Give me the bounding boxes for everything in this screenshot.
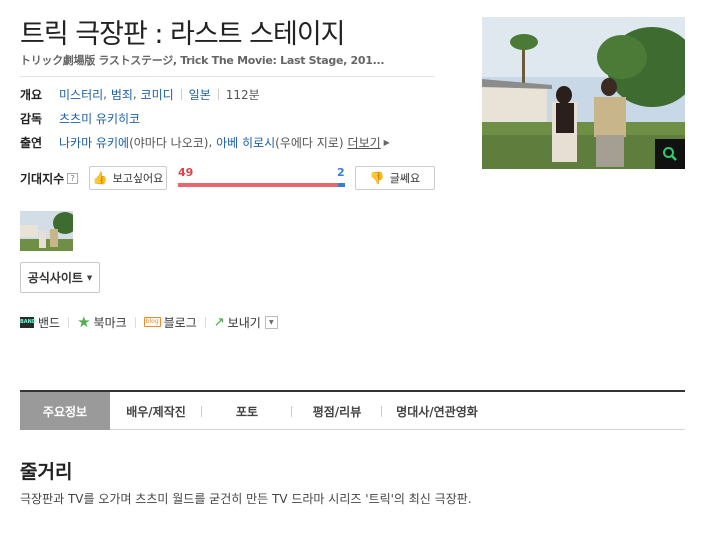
tab-label: 명대사/연관영화 [396, 404, 478, 419]
tab-label: 배우/제작진 [126, 404, 186, 419]
separator [68, 316, 70, 328]
send-dropdown-icon[interactable]: ▼ [264, 315, 278, 329]
more-cast-link[interactable]: 더보기 [348, 134, 381, 151]
cast-role-1: (야마다 나오코) [129, 135, 209, 150]
tab-photo[interactable]: 포토 [202, 392, 292, 430]
tab-label: 포토 [235, 404, 259, 419]
cast-role-2: (우에다 지로) [275, 135, 344, 150]
thumbs-up-icon: 👍 [92, 171, 108, 185]
chevron-right-icon: ▶ [383, 137, 390, 147]
share-bar: BAND 밴드 ★ 북마크 blog 블로그 ↗ 보내기 ▼ [20, 313, 278, 331]
overview-label: 개요 [20, 87, 43, 102]
runtime: 112분 [225, 87, 260, 102]
genre-link-mystery[interactable]: 미스터리 [59, 86, 103, 103]
send-label: 보내기 [227, 315, 261, 330]
separator [180, 88, 182, 100]
movie-alt-titles: トリック劇場版 ラストステージ, Trick The Movie: Last S… [20, 54, 385, 67]
caret-down-icon: ▼ [86, 273, 93, 282]
official-site-dropdown[interactable]: 공식사이트 ▼ [20, 262, 100, 293]
overview-row: 개요 미스터리, 범죄, 코미디 일본 112분 [20, 86, 260, 103]
bookmark-label: 북마크 [93, 315, 127, 330]
star-icon: ★ [77, 312, 91, 331]
separator [217, 88, 219, 100]
separator [134, 316, 136, 328]
band-label: 밴드 [38, 315, 61, 330]
want-to-see-label: 보고싶어요 [112, 172, 164, 185]
bookmark-button[interactable]: ★ 북마크 [77, 314, 127, 331]
genre-link-crime[interactable]: 범죄 [111, 86, 133, 103]
director-link[interactable]: 츠츠미 유키히코 [59, 110, 140, 127]
expectation-label: 기대지수 [20, 171, 65, 186]
tab-label: 평점/리뷰 [312, 404, 362, 419]
movie-title: 트릭 극장판 : 라스트 스테이지 [20, 19, 346, 50]
separator [204, 316, 206, 328]
tab-cast-crew[interactable]: 배우/제작진 [110, 392, 202, 430]
expectation-gauge [178, 183, 345, 187]
band-icon: BAND [20, 316, 36, 328]
poster-image[interactable] [482, 17, 685, 169]
genre-link-comedy[interactable]: 코미디 [141, 86, 174, 103]
expectation-gauge-fill [178, 183, 339, 187]
meh-label: 글쎄요 [389, 172, 421, 185]
director-row: 감독 츠츠미 유키히코 [20, 110, 140, 126]
content-tabs: 주요정보 배우/제작진 포토 평점/리뷰 명대사/연관영화 [20, 390, 685, 430]
blog-share-button[interactable]: blog 블로그 [143, 314, 197, 331]
official-site-label: 공식사이트 [27, 271, 83, 285]
tab-label: 주요정보 [42, 404, 88, 419]
tab-ratings-reviews[interactable]: 평점/리뷰 [292, 392, 382, 430]
tab-quotes-related[interactable]: 명대사/연관영화 [382, 392, 492, 430]
zoom-button[interactable] [655, 139, 685, 169]
meh-button[interactable]: 👎 글쎄요 [355, 166, 435, 190]
still-photo [20, 211, 73, 251]
synopsis-heading: 줄거리 [20, 461, 73, 483]
synopsis-text: 극장판과 TV를 오가며 츠츠미 월드를 굳건히 만든 TV 드라마 시리즈 '… [20, 492, 472, 506]
want-count: 49 [178, 166, 194, 179]
blog-icon: blog [143, 317, 161, 327]
send-button[interactable]: ↗ 보내기 ▼ [214, 314, 278, 331]
divider [20, 76, 435, 77]
country-link[interactable]: 일본 [189, 86, 211, 103]
thumbs-down-icon: 👎 [369, 171, 385, 185]
tab-main-info[interactable]: 주요정보 [20, 392, 110, 430]
share-arrow-icon: ↗ [213, 314, 225, 330]
blog-label: 블로그 [163, 315, 197, 330]
still-thumbnail[interactable] [20, 211, 73, 251]
director-label: 감독 [20, 111, 43, 126]
meh-count: 2 [337, 166, 345, 179]
magnifier-icon [663, 147, 677, 161]
cast-row: 출연 나카마 유키에 (야마다 나오코), 아베 히로시 (우에다 지로) 더보기 ▶ [20, 134, 390, 151]
band-share-button[interactable]: BAND 밴드 [20, 314, 60, 331]
help-icon[interactable]: ? [67, 172, 79, 184]
cast-link-1[interactable]: 나카마 유키에 [59, 134, 129, 151]
want-to-see-button[interactable]: 👍 보고싶어요 [89, 166, 167, 190]
expectation-row: 기대지수 ? [20, 166, 79, 190]
cast-label: 출연 [20, 135, 43, 150]
cast-link-2[interactable]: 아베 히로시 [216, 134, 275, 151]
